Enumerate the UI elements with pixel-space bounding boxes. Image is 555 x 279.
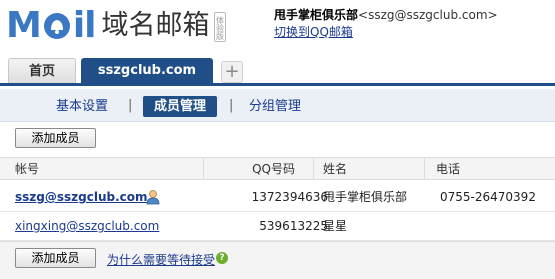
table-row: xingxing@sszgclub.com 539613225 星星 <box>0 212 555 241</box>
member-phone: 0755-26470392 <box>440 190 536 204</box>
column-header-qq: QQ号码 <box>252 162 295 176</box>
add-member-button[interactable]: 添加成员 <box>15 128 96 148</box>
member-qq: 1372394636 <box>251 190 328 204</box>
header: M il 域名邮箱 体验版 甩手掌柜俱乐部<sszg@sszgclub.com>… <box>0 0 555 58</box>
user-email: <sszg@sszgclub.com> <box>358 8 498 22</box>
member-account-link[interactable]: xingxing@sszgclub.com <box>15 212 159 241</box>
column-divider <box>424 158 425 180</box>
user-name: 甩手掌柜俱乐部 <box>274 8 359 22</box>
logo: M il 域名邮箱 体验版 <box>6 6 226 46</box>
subnav-group-management[interactable]: 分组管理 <box>249 96 301 117</box>
table-header: 帐号 QQ号码 姓名 电话 <box>0 157 555 180</box>
logo-badge: 体验版 <box>213 12 226 42</box>
switch-to-qq-mail-link[interactable]: 切换到QQ邮箱 <box>274 25 353 39</box>
subnav-separator: | <box>128 98 133 113</box>
why-pending-link[interactable]: 为什么需要等待接受 <box>107 251 215 268</box>
logo-mail-text: M il <box>6 5 97 46</box>
column-header-name: 姓名 <box>323 162 348 176</box>
column-header-account: 帐号 <box>15 162 40 176</box>
subnav-member-management[interactable]: 成员管理 <box>143 96 217 117</box>
member-name: 星星 <box>323 219 348 233</box>
subnav-basic-settings[interactable]: 基本设置 <box>56 96 108 117</box>
logo-bell-icon <box>43 13 70 39</box>
column-header-phone: 电话 <box>436 162 461 176</box>
member-account-link[interactable]: sszg@sszgclub.com <box>15 183 148 212</box>
member-table: 帐号 QQ号码 姓名 电话 sszg@sszgclub.com 13723946… <box>0 157 555 241</box>
tab-domain[interactable]: sszgclub.com <box>81 58 213 83</box>
member-name: 甩手掌柜俱乐部 <box>323 190 408 204</box>
help-icon[interactable]: ? <box>216 252 228 264</box>
member-qq: 539613225 <box>259 219 328 233</box>
tab-home[interactable]: 首页 <box>8 58 76 83</box>
add-member-button-bottom[interactable]: 添加成员 <box>15 248 96 268</box>
tab-bar: 首页 sszgclub.com + <box>0 58 555 86</box>
user-info: 甩手掌柜俱乐部<sszg@sszgclub.com> 切换到QQ邮箱 <box>274 7 498 41</box>
column-divider <box>313 158 314 180</box>
sub-navigation: 基本设置 | 成员管理 | 分组管理 <box>0 89 555 122</box>
add-tab-button[interactable]: + <box>221 61 243 83</box>
table-row: sszg@sszgclub.com 1372394636 甩手掌柜俱乐部 075… <box>0 183 555 212</box>
admin-user-icon <box>146 190 160 205</box>
subnav-separator: | <box>229 98 234 113</box>
column-divider <box>203 158 204 180</box>
logo-title: 域名邮箱 <box>101 10 210 41</box>
